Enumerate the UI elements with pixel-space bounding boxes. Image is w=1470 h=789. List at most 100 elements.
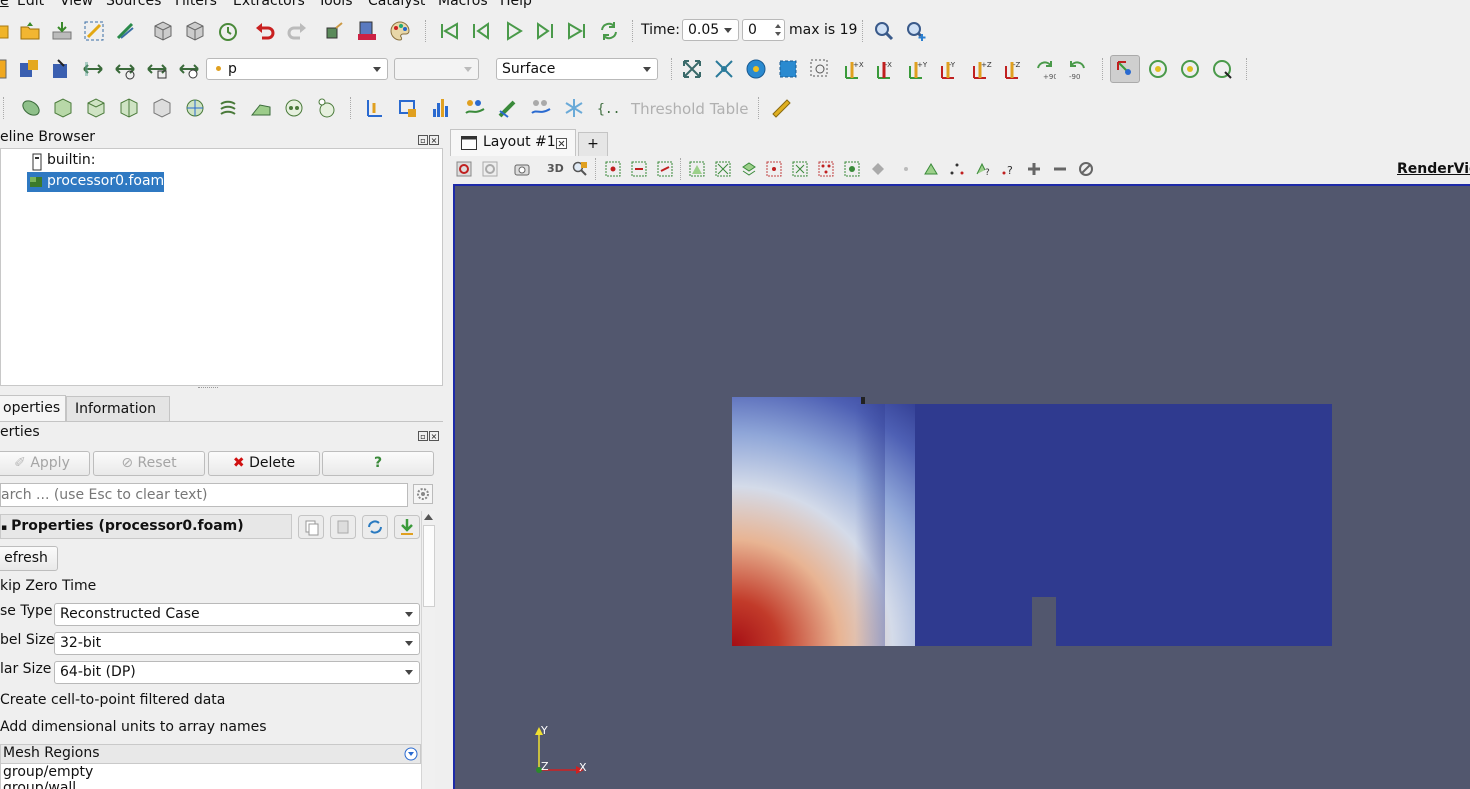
plot-selection-icon[interactable] (949, 161, 965, 177)
zoom-to-box-icon[interactable] (809, 58, 831, 80)
select-blocks-icon[interactable] (766, 161, 782, 177)
mesh-regions-header[interactable]: Mesh Regions (0, 744, 421, 764)
menu-file[interactable]: e (0, 0, 9, 9)
disconnect-icon[interactable] (114, 20, 136, 42)
contour-filter-icon[interactable] (52, 97, 74, 119)
load-state-icon[interactable] (152, 20, 174, 42)
reset-range-icon[interactable] (50, 58, 72, 80)
save-state-icon[interactable] (184, 20, 206, 42)
time-combo[interactable]: 0.05 (682, 19, 739, 41)
list-item[interactable]: group/wall (3, 780, 76, 789)
select-polygon-points-icon[interactable] (741, 161, 757, 177)
advanced-gear-icon[interactable] (413, 484, 433, 504)
delete-button[interactable]: ✖ Delete (208, 451, 320, 476)
subtract-selection-icon[interactable] (1052, 161, 1068, 177)
color-component-combo[interactable] (394, 58, 479, 80)
histogram-icon[interactable] (430, 97, 452, 119)
copy-properties-icon[interactable] (298, 515, 324, 539)
color-array-combo[interactable]: p (206, 58, 388, 80)
view-minus-z-icon[interactable]: -Z (1002, 58, 1024, 80)
threshold-filter-icon[interactable] (151, 97, 173, 119)
menu-view[interactable]: View (60, 0, 93, 9)
rescale-visible-icon[interactable] (146, 58, 168, 80)
previous-frame-icon[interactable] (470, 20, 492, 42)
clip-filter-icon[interactable] (85, 97, 107, 119)
plot-over-line-icon[interactable] (364, 97, 386, 119)
show-center-icon[interactable] (1147, 58, 1169, 80)
probe-location-icon[interactable] (497, 97, 519, 119)
menu-extractors[interactable]: Extractors (233, 0, 305, 9)
menu-edit[interactable]: Edit (17, 0, 44, 9)
scalar-size-combo[interactable]: 64-bit (DP) (54, 661, 420, 684)
slice-filter-icon[interactable] (118, 97, 140, 119)
close-icon[interactable]: × (429, 431, 439, 441)
properties-scrollbar[interactable] (421, 511, 435, 789)
shrink-selection-icon[interactable] (898, 161, 914, 177)
rotate-plus-90-icon[interactable]: +90 (1034, 58, 1056, 80)
select-cells-through-icon[interactable] (657, 161, 673, 177)
center-axes-toggle[interactable] (1110, 55, 1140, 83)
float-icon[interactable]: ▫ (418, 135, 428, 145)
chevron-down-icon[interactable] (404, 747, 418, 761)
hover-points-icon[interactable] (818, 161, 834, 177)
camera-undo-icon[interactable] (324, 20, 346, 42)
hover-cells-icon[interactable] (844, 161, 860, 177)
rescale-custom-icon[interactable] (82, 58, 104, 80)
menu-help[interactable]: Help (500, 0, 532, 9)
reset-camera-icon[interactable] (681, 58, 703, 80)
trace-icon[interactable] (217, 20, 239, 42)
view-minus-x-icon[interactable]: -X (874, 58, 896, 80)
find-selection-icon[interactable]: ? (1000, 161, 1016, 177)
menu-macros[interactable]: Macros (438, 0, 488, 9)
select-cells-on-icon[interactable] (605, 161, 621, 177)
zoom-to-data-icon[interactable] (713, 58, 735, 80)
plot-over-time-icon[interactable] (530, 97, 552, 119)
connect-icon[interactable] (83, 20, 105, 42)
next-frame-icon[interactable] (534, 20, 556, 42)
zoom-box-icon[interactable] (777, 58, 799, 80)
spin-arrows-icon[interactable] (774, 22, 782, 38)
properties-search-input[interactable]: arch ... (use Esc to clear text) (0, 483, 408, 507)
paste-properties-icon[interactable] (330, 515, 356, 539)
refresh-button[interactable]: efresh (0, 546, 58, 571)
color-map-editor-icon[interactable] (18, 58, 40, 80)
undo-icon[interactable] (254, 20, 276, 42)
plot-data-icon[interactable] (397, 97, 419, 119)
float-icon[interactable]: ▫ (418, 431, 428, 441)
first-frame-icon[interactable] (438, 20, 460, 42)
select-points-through-icon[interactable] (689, 161, 705, 177)
last-frame-icon[interactable] (566, 20, 588, 42)
capture-screenshot-icon[interactable] (514, 161, 530, 177)
select-points-on-icon[interactable] (631, 161, 647, 177)
zoom-selection-icon[interactable] (572, 161, 588, 177)
plot-selection-over-time-icon[interactable] (464, 97, 486, 119)
reload-icon[interactable] (362, 515, 388, 539)
label-size-combo[interactable]: 32-bit (54, 632, 420, 655)
split-horizontal-icon[interactable] (456, 161, 472, 177)
case-type-combo[interactable]: Reconstructed Case (54, 603, 420, 626)
play-icon[interactable] (503, 20, 525, 42)
select-polygon-cells-icon[interactable] (715, 161, 731, 177)
add-selection-icon[interactable] (1026, 161, 1042, 177)
camera-redo-icon[interactable] (356, 20, 378, 42)
open-file-icon[interactable] (0, 20, 14, 42)
clear-selection-icon[interactable] (1078, 161, 1094, 177)
render-view[interactable]: Y Z X (453, 184, 1470, 789)
list-item[interactable]: group/empty (3, 764, 93, 780)
extract-subset-icon[interactable] (184, 97, 206, 119)
view-minus-y-icon[interactable]: -Y (938, 58, 960, 80)
cell-to-point-checkbox-label[interactable]: Create cell-to-point filtered data (0, 692, 225, 708)
menu-catalyst[interactable]: Catalyst (368, 0, 425, 9)
tab-layout-1[interactable]: Layout #1 (450, 129, 576, 156)
reset-center-icon[interactable] (1179, 58, 1201, 80)
splitter-handle[interactable] (198, 387, 218, 392)
grow-selection-icon[interactable] (870, 161, 886, 177)
builtin-server-label[interactable]: builtin: (47, 152, 96, 168)
toggle-3d-button[interactable]: 3D (547, 162, 564, 175)
pick-center-icon[interactable] (1211, 58, 1233, 80)
open-folder-icon[interactable] (19, 20, 41, 42)
glyph-filter-icon[interactable] (217, 97, 239, 119)
view-plus-z-icon[interactable]: +Z (970, 58, 992, 80)
properties-section-header[interactable]: ▪ Properties (processor0.foam) (0, 514, 292, 539)
group-datasets-icon[interactable] (316, 97, 338, 119)
